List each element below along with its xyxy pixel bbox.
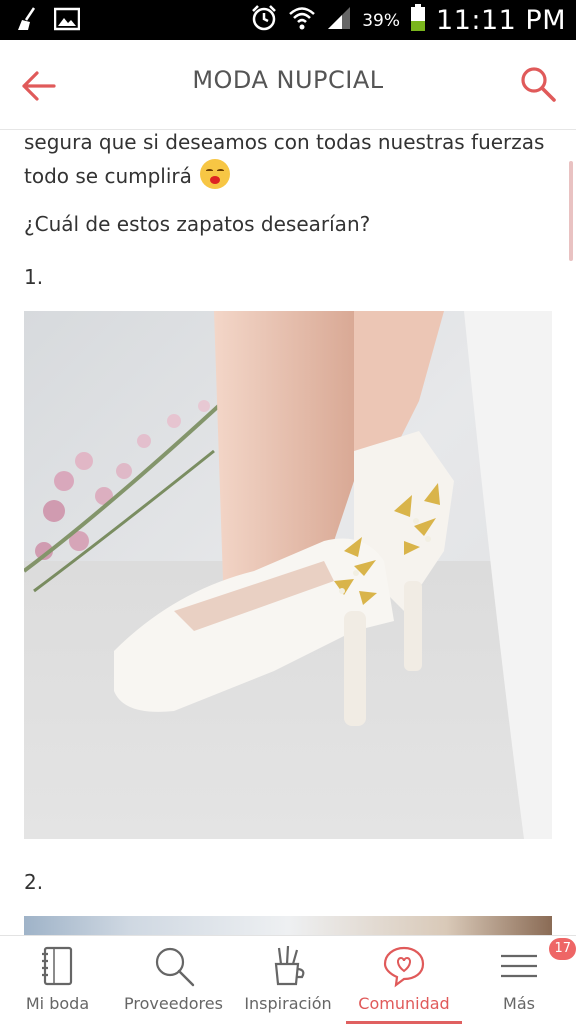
- search-button[interactable]: [518, 64, 558, 104]
- clock-time: 11:11 PM: [436, 5, 566, 36]
- menu-icon: [497, 944, 541, 988]
- nav-label: Mi boda: [25, 994, 90, 1013]
- shoe-photo-2[interactable]: [24, 916, 552, 935]
- nav-label: Más: [503, 994, 535, 1013]
- item-label-1: 1.: [24, 265, 44, 289]
- question-text: ¿Cuál de estos zapatos desearían?: [24, 212, 371, 236]
- notebook-icon: [36, 944, 80, 988]
- post-content[interactable]: segura que si deseamos con todas nuestra…: [0, 131, 576, 935]
- post-text: segura que si deseamos con todas nuestra…: [24, 131, 545, 188]
- item-label-2: 2.: [24, 870, 44, 894]
- battery-percent: 39%: [362, 10, 401, 31]
- wifi-icon: [288, 5, 316, 36]
- bottom-navigation: Mi boda Proveedores Inspiración Comunida…: [0, 935, 576, 1024]
- image-icon: [53, 7, 81, 36]
- nav-label: Inspiración: [244, 994, 332, 1013]
- chat-heart-icon: [382, 944, 426, 988]
- search-icon: [518, 67, 558, 108]
- notification-badge: 17: [549, 938, 576, 960]
- app-header: MODA NUPCIAL: [0, 40, 576, 130]
- nav-proveedores[interactable]: Proveedores: [115, 936, 232, 1024]
- nav-label: Comunidad: [358, 994, 450, 1013]
- page-title: MODA NUPCIAL: [192, 66, 384, 94]
- scrollbar[interactable]: [569, 161, 573, 261]
- signal-icon: [326, 5, 352, 36]
- broom-icon: [14, 6, 40, 37]
- pencil-cup-icon: [266, 944, 310, 988]
- kiss-emoji-icon: [200, 159, 231, 189]
- nav-comunidad[interactable]: Comunidad: [346, 936, 462, 1024]
- shoe-photo-1[interactable]: [24, 311, 552, 839]
- alarm-icon: [250, 4, 278, 37]
- nav-mi-boda[interactable]: Mi boda: [0, 936, 115, 1024]
- back-arrow-icon: [20, 71, 60, 110]
- nav-label: Proveedores: [124, 994, 223, 1013]
- nav-inspiracion[interactable]: Inspiración: [232, 936, 344, 1024]
- status-bar: 39% 11:11 PM: [0, 0, 576, 40]
- post-paragraph: segura que si deseamos con todas nuestra…: [24, 131, 548, 193]
- nav-mas[interactable]: 17 Más: [462, 936, 576, 1024]
- battery-icon: [410, 4, 426, 37]
- search-icon: [152, 944, 196, 988]
